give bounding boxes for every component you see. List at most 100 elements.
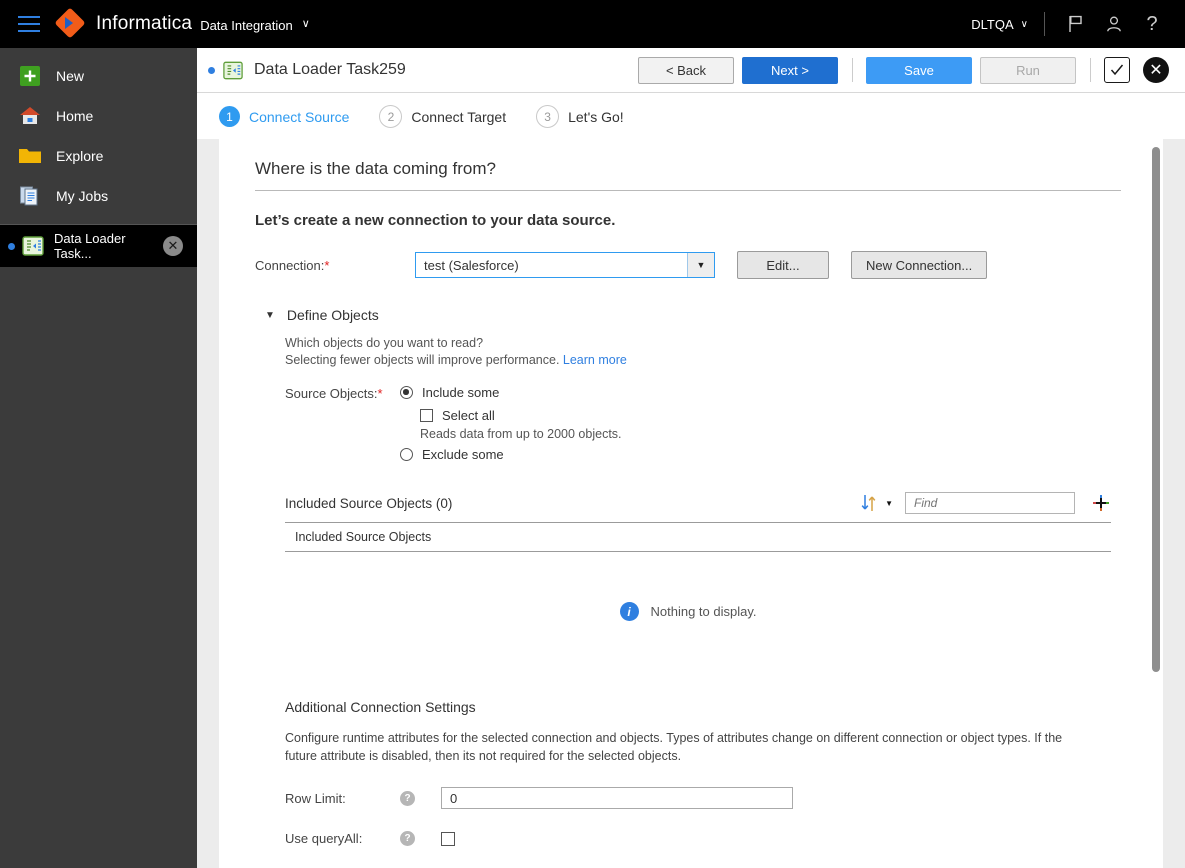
help-question-icon[interactable]: ? bbox=[1137, 9, 1167, 39]
action-divider bbox=[1090, 58, 1091, 82]
field-row-row-limit: Row Limit: ? bbox=[237, 787, 1139, 809]
source-objects-label: Source Objects:* bbox=[285, 385, 400, 470]
radio-exclude-some-control[interactable] bbox=[400, 448, 413, 461]
close-task-icon[interactable]: ✕ bbox=[163, 236, 183, 256]
open-task-label: Data Loader Task... bbox=[54, 231, 126, 261]
home-icon bbox=[18, 104, 42, 128]
connection-select[interactable]: test (Salesforce) ▼ bbox=[415, 252, 715, 278]
brand-name: Informatica bbox=[96, 13, 193, 34]
additional-settings-title: Additional Connection Settings bbox=[285, 699, 476, 715]
radio-exclude-some[interactable]: Exclude some bbox=[400, 447, 622, 462]
define-objects-title: Define Objects bbox=[286, 307, 379, 323]
included-objects-toolbar: Included Source Objects (0) ▼ bbox=[237, 492, 1139, 514]
radio-include-some[interactable]: Include some bbox=[400, 385, 622, 400]
task-header-bar: Data Loader Task259 < Back Next > Save R… bbox=[197, 48, 1185, 93]
top-bar-right-group: DLTQA ∨ ? bbox=[971, 0, 1185, 48]
help-icon[interactable]: ? bbox=[400, 790, 415, 806]
sidebar-item-new[interactable]: New bbox=[0, 56, 197, 96]
sidebar-item-explore[interactable]: Explore bbox=[0, 136, 197, 176]
empty-state-message: Nothing to display. bbox=[650, 604, 757, 619]
connection-label-text: Connection: bbox=[255, 257, 325, 273]
step-connect-source[interactable]: 1 Connect Source bbox=[219, 106, 349, 127]
radio-exclude-some-label: Exclude some bbox=[422, 447, 504, 462]
help-icon[interactable]: ? bbox=[400, 831, 415, 846]
close-icon[interactable]: ✕ bbox=[1143, 57, 1169, 83]
step-connect-target[interactable]: 2 Connect Target bbox=[379, 105, 506, 128]
org-chevron-down-icon[interactable]: ∨ bbox=[1021, 19, 1028, 30]
informatica-logo-icon bbox=[54, 7, 86, 39]
select-all-block: Select all Reads data from up to 2000 ob… bbox=[400, 408, 622, 441]
task-status-dot-icon bbox=[8, 242, 15, 250]
scrollbar-thumb[interactable] bbox=[1152, 147, 1160, 672]
sort-arrows-icon[interactable]: ▼ bbox=[860, 494, 893, 512]
learn-more-link[interactable]: Learn more bbox=[563, 353, 627, 367]
table-column-header: Included Source Objects bbox=[295, 530, 432, 544]
empty-state: i Nothing to display. bbox=[237, 602, 1139, 621]
action-divider bbox=[852, 58, 853, 82]
save-button[interactable]: Save bbox=[866, 56, 972, 84]
sidebar-item-my-jobs[interactable]: My Jobs bbox=[0, 176, 197, 216]
top-navigation-bar: Informatica Data Integration ∨ DLTQA ∨ ? bbox=[0, 0, 1185, 48]
chevron-down-icon: ▼ bbox=[265, 309, 275, 321]
source-objects-label-text: Source Objects: bbox=[285, 386, 378, 401]
next-button[interactable]: Next > bbox=[742, 56, 838, 84]
title-divider bbox=[255, 190, 1121, 191]
plus-icon bbox=[18, 64, 42, 88]
back-button[interactable]: < Back bbox=[638, 56, 734, 84]
flag-icon[interactable] bbox=[1061, 9, 1091, 39]
row-limit-input[interactable] bbox=[441, 787, 793, 809]
source-objects-options: Include some Select all Reads data from … bbox=[400, 385, 622, 470]
panel-content: Where is the data coming from? Let’s cre… bbox=[219, 139, 1163, 868]
folder-icon bbox=[18, 144, 42, 168]
sidebar-open-task[interactable]: Data Loader Task... ✕ bbox=[0, 225, 197, 267]
section-subtitle: Let’s create a new connection to your da… bbox=[255, 212, 616, 229]
sidebar-item-home[interactable]: Home bbox=[0, 96, 197, 136]
main-content-area: Data Loader Task259 < Back Next > Save R… bbox=[197, 48, 1185, 868]
required-marker: * bbox=[377, 386, 383, 401]
step-number: 3 bbox=[536, 105, 560, 128]
step-number: 2 bbox=[379, 105, 403, 128]
row-limit-label: Row Limit: bbox=[285, 790, 346, 806]
included-objects-heading: Included Source Objects (0) bbox=[285, 495, 453, 511]
chevron-down-icon[interactable]: ▼ bbox=[687, 253, 714, 277]
define-objects-toggle[interactable]: ▼ Define Objects bbox=[237, 307, 1139, 323]
org-selector[interactable]: DLTQA bbox=[971, 17, 1013, 32]
sidebar-item-label: New bbox=[56, 68, 85, 84]
top-bar-divider bbox=[1044, 12, 1045, 36]
radio-include-some-control[interactable] bbox=[400, 386, 413, 399]
content-panel: Where is the data coming from? Let’s cre… bbox=[219, 139, 1163, 868]
step-lets-go[interactable]: 3 Let's Go! bbox=[536, 105, 624, 128]
new-connection-button[interactable]: New Connection... bbox=[851, 251, 988, 279]
define-objects-hint: Which objects do you want to read? Selec… bbox=[237, 335, 1139, 369]
use-queryall-checkbox[interactable] bbox=[441, 831, 455, 846]
data-loader-task-icon bbox=[22, 236, 44, 256]
data-loader-task-icon bbox=[223, 61, 243, 80]
section-question-title: Where is the data coming from? bbox=[255, 159, 496, 178]
user-icon[interactable] bbox=[1099, 9, 1129, 39]
connection-label: Connection:* bbox=[255, 258, 415, 273]
checkmark-box-icon[interactable] bbox=[1104, 57, 1130, 83]
add-plus-icon[interactable] bbox=[1091, 493, 1111, 513]
select-all-checkbox-control[interactable] bbox=[420, 409, 433, 422]
hamburger-menu-icon[interactable] bbox=[18, 16, 40, 32]
checkbox-select-all[interactable]: Select all bbox=[420, 408, 622, 423]
sidebar-item-label: Home bbox=[56, 108, 94, 124]
product-switcher-chevron-down-icon[interactable]: ∨ bbox=[302, 17, 310, 30]
panel-scrollbar[interactable] bbox=[1149, 139, 1163, 868]
sort-dropdown-caret-icon[interactable]: ▼ bbox=[885, 499, 893, 508]
sidebar-item-label: My Jobs bbox=[56, 188, 109, 204]
jobs-icon bbox=[18, 184, 42, 208]
find-input[interactable] bbox=[905, 492, 1075, 514]
connection-row: Connection:* test (Salesforce) ▼ Edit...… bbox=[237, 251, 1139, 279]
connection-selected-value: test (Salesforce) bbox=[424, 257, 519, 273]
sidebar-item-label: Explore bbox=[56, 148, 104, 164]
step-label: Connect Target bbox=[411, 108, 507, 125]
select-all-label: Select all bbox=[442, 408, 495, 423]
step-label: Let's Go! bbox=[568, 108, 624, 125]
left-sidebar: New Home Explore My Jobs Data Loader Tas… bbox=[0, 48, 197, 868]
page-title: Data Loader Task259 bbox=[254, 61, 406, 78]
run-button: Run bbox=[980, 56, 1076, 84]
edit-connection-button[interactable]: Edit... bbox=[737, 251, 829, 279]
hint-line-2: Selecting fewer objects will improve per… bbox=[285, 353, 560, 367]
step-label: Connect Source bbox=[249, 108, 350, 125]
